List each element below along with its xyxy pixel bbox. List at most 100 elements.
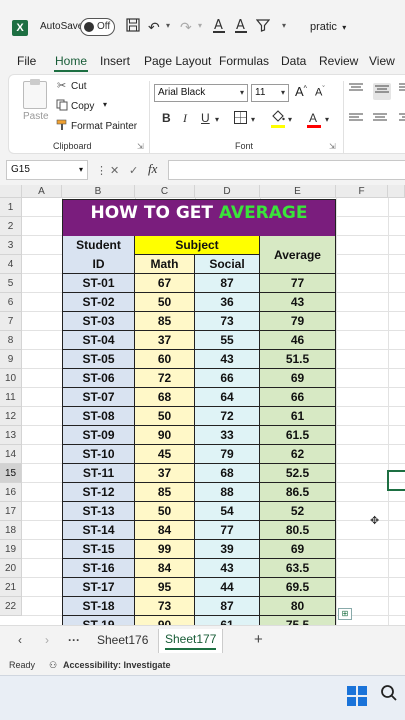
cell-average[interactable]: 69 [260, 369, 336, 388]
row-header-20[interactable]: 20 [0, 559, 22, 578]
italic-button[interactable]: I [183, 111, 187, 126]
align-top-icon[interactable] [349, 83, 363, 96]
cell-social[interactable]: 36 [195, 293, 260, 312]
cell-id[interactable]: ST-14 [62, 521, 135, 540]
column-header-c[interactable]: C [135, 185, 195, 198]
cell-math[interactable]: 84 [135, 521, 195, 540]
customize-toolbar-icon[interactable]: ▾ [282, 21, 286, 30]
cell-math[interactable]: 50 [135, 293, 195, 312]
underline-button[interactable]: U [201, 111, 210, 125]
clear-format-icon[interactable]: A [212, 17, 226, 38]
cell-id[interactable]: ST-16 [62, 559, 135, 578]
font-color-button[interactable]: A [309, 111, 317, 125]
cell-average[interactable]: 79 [260, 312, 336, 331]
cell-social[interactable]: 87 [195, 274, 260, 293]
column-header-g[interactable] [388, 185, 405, 198]
cell-average[interactable]: 52.5 [260, 464, 336, 483]
row-header-18[interactable]: 18 [0, 521, 22, 540]
cell-social[interactable]: 88 [195, 483, 260, 502]
cell-id[interactable]: ST-08 [62, 407, 135, 426]
cell-id[interactable]: ST-06 [62, 369, 135, 388]
add-sheet-icon[interactable]: + [254, 631, 263, 648]
enter-icon[interactable]: ✓ [129, 164, 138, 177]
cell-average[interactable]: 66 [260, 388, 336, 407]
cell-id[interactable]: ST-07 [62, 388, 135, 407]
cell-id[interactable]: ST-09 [62, 426, 135, 445]
align-middle-icon[interactable] [373, 83, 391, 100]
cell-average[interactable]: 80 [260, 597, 336, 616]
redo-dropdown-icon[interactable]: ▾ [198, 21, 202, 30]
cell-math[interactable]: 85 [135, 483, 195, 502]
next-sheet-icon[interactable]: › [45, 633, 49, 647]
cell-average[interactable]: 63.5 [260, 559, 336, 578]
cell-social[interactable]: 66 [195, 369, 260, 388]
cell-id[interactable]: ST-11 [62, 464, 135, 483]
cell-average[interactable]: 86.5 [260, 483, 336, 502]
cell-math[interactable]: 99 [135, 540, 195, 559]
prev-sheet-icon[interactable]: ‹ [18, 633, 22, 647]
worksheet-grid[interactable]: A B C D E F 1 2 3 4 5 6 7 8 9 10 11 12 13 14 15 16 17 18 1… [0, 185, 405, 625]
undo-dropdown-icon[interactable]: ▾ [166, 21, 170, 30]
cell-average[interactable]: 61 [260, 407, 336, 426]
more-options-icon[interactable]: ⋮ [96, 164, 107, 177]
borders-icon[interactable] [234, 111, 247, 127]
insert-function-icon[interactable]: fx [148, 161, 157, 177]
select-all-corner[interactable] [0, 185, 22, 198]
sheet-tab-sheet177[interactable]: Sheet177 [158, 629, 224, 653]
cell-average[interactable]: 52 [260, 502, 336, 521]
row-header-13[interactable]: 13 [0, 426, 22, 445]
paste-icon[interactable] [23, 79, 47, 109]
cell-math[interactable]: 37 [135, 464, 195, 483]
format-painter-icon[interactable] [56, 119, 68, 134]
align-bottom-icon[interactable] [399, 83, 405, 96]
cell-math[interactable]: 50 [135, 407, 195, 426]
cell-math[interactable]: 60 [135, 350, 195, 369]
cell-social[interactable]: 79 [195, 445, 260, 464]
font-launcher-icon[interactable]: ⇲ [329, 142, 336, 151]
row-header-10[interactable]: 10 [0, 369, 22, 388]
cell-id[interactable]: ST-04 [62, 331, 135, 350]
sheet-tab-sheet176[interactable]: Sheet176 [97, 633, 148, 647]
font-name-select[interactable]: Arial Black ▾ [154, 84, 248, 102]
column-header-b[interactable]: B [62, 185, 135, 198]
clipboard-launcher-icon[interactable]: ⇲ [137, 142, 144, 151]
row-header-3[interactable]: 3 [0, 236, 22, 255]
bold-button[interactable]: B [162, 111, 171, 125]
autosave-toggle[interactable]: Off [80, 18, 115, 36]
align-right-icon[interactable] [399, 113, 405, 126]
tab-data[interactable]: Data [281, 54, 306, 68]
cell-math[interactable]: 72 [135, 369, 195, 388]
column-header-d[interactable]: D [195, 185, 260, 198]
paste-button-label[interactable]: Paste [23, 111, 49, 122]
tab-view[interactable]: View [369, 54, 395, 68]
tab-formulas[interactable]: Formulas [219, 54, 269, 68]
cell-id[interactable]: ST-10 [62, 445, 135, 464]
cell-social[interactable]: 61 [195, 616, 260, 625]
cell-social[interactable]: 72 [195, 407, 260, 426]
cell-math[interactable]: 84 [135, 559, 195, 578]
cell-math[interactable]: 37 [135, 331, 195, 350]
cell-id[interactable]: ST-18 [62, 597, 135, 616]
search-icon[interactable] [380, 684, 398, 707]
row-header-1[interactable]: 1 [0, 198, 22, 217]
redo-icon[interactable]: ↷ [180, 17, 192, 37]
header-average[interactable]: Average [260, 236, 336, 274]
tab-insert[interactable]: Insert [100, 54, 130, 68]
windows-start-icon[interactable] [347, 686, 367, 706]
align-center-icon[interactable] [373, 113, 387, 126]
cell-social[interactable]: 73 [195, 312, 260, 331]
cell-id[interactable]: ST-01 [62, 274, 135, 293]
cell-social[interactable]: 55 [195, 331, 260, 350]
row-header-15[interactable]: 15 [0, 464, 22, 483]
copy-button[interactable]: Copy [71, 101, 94, 112]
active-cell-selection[interactable] [387, 470, 405, 491]
more-sheets-icon[interactable]: ··· [68, 633, 80, 647]
tab-home[interactable]: Home [55, 54, 87, 68]
formula-input[interactable] [168, 160, 405, 180]
cell-average[interactable]: 69.5 [260, 578, 336, 597]
cell-social[interactable]: 43 [195, 350, 260, 369]
copy-dropdown-icon[interactable]: ▾ [103, 100, 107, 109]
cell-math[interactable]: 45 [135, 445, 195, 464]
cell-math[interactable]: 68 [135, 388, 195, 407]
header-social[interactable]: Social [195, 255, 260, 274]
